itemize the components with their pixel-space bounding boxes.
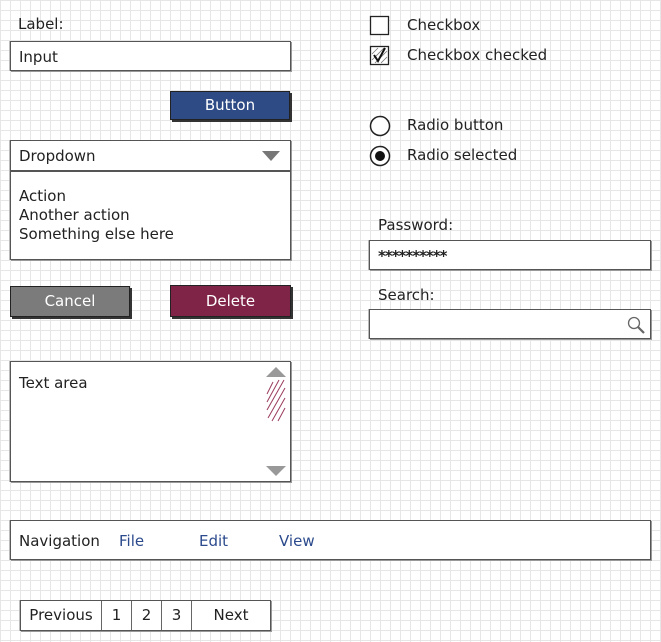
- dropdown-option[interactable]: Action: [19, 189, 66, 204]
- pagination-previous[interactable]: Previous: [21, 601, 101, 630]
- checkbox-checked[interactable]: [369, 45, 391, 67]
- text-input[interactable]: Input: [10, 41, 291, 71]
- checkbox-checked-label: Checkbox checked: [407, 46, 548, 64]
- delete-button-label: Delete: [205, 291, 256, 310]
- pagination-next-label: Next: [213, 606, 249, 624]
- pagination-page-label: 2: [141, 606, 152, 624]
- pagination: Previous 1 2 3 Next: [20, 600, 271, 631]
- search-icon[interactable]: [626, 315, 646, 335]
- dropdown-option[interactable]: Something else here: [19, 227, 174, 242]
- search-label: Search:: [378, 286, 435, 304]
- pagination-page-label: 3: [171, 606, 182, 624]
- dropdown-select[interactable]: Dropdown: [10, 140, 291, 171]
- search-input[interactable]: [369, 309, 651, 339]
- input-label: Label:: [18, 15, 64, 33]
- text-input-value: Input: [19, 48, 58, 66]
- password-value: **********: [378, 247, 447, 265]
- pagination-page[interactable]: 3: [161, 601, 191, 630]
- scroll-thumb: [266, 379, 286, 422]
- navigation-title: Navigation: [19, 532, 100, 550]
- navigation-bar: Navigation File Edit View: [10, 520, 651, 560]
- pagination-page[interactable]: 1: [101, 601, 131, 630]
- radio-button-label: Radio button: [407, 116, 504, 134]
- pagination-page-label: 1: [111, 606, 122, 624]
- radio-selected-label: Radio selected: [407, 146, 518, 164]
- pagination-previous-label: Previous: [29, 606, 93, 624]
- scroll-up-arrow-icon: [266, 367, 286, 377]
- text-area-value: Text area: [19, 374, 88, 392]
- password-label: Password:: [378, 216, 454, 234]
- cancel-button-label: Cancel: [44, 292, 96, 310]
- dropdown-option[interactable]: Another action: [19, 208, 130, 223]
- checkbox[interactable]: [369, 15, 391, 37]
- pagination-next[interactable]: Next: [191, 601, 270, 630]
- primary-button[interactable]: Button: [170, 91, 290, 120]
- primary-button-label: Button: [204, 96, 256, 114]
- pagination-page[interactable]: 2: [131, 601, 161, 630]
- password-field[interactable]: **********: [369, 240, 651, 270]
- radio-selected[interactable]: [368, 144, 392, 168]
- nav-item-view[interactable]: View: [279, 534, 315, 549]
- scrollbar[interactable]: [264, 366, 288, 478]
- nav-item-file[interactable]: File: [119, 534, 144, 549]
- dropdown-menu: Action Another action Something else her…: [10, 171, 291, 260]
- checkbox-label: Checkbox: [407, 16, 481, 34]
- nav-item-edit[interactable]: Edit: [199, 534, 228, 549]
- delete-button[interactable]: Delete: [170, 285, 291, 317]
- radio-button[interactable]: [368, 114, 392, 138]
- dropdown-arrow-icon: [262, 151, 280, 161]
- text-area[interactable]: Text area: [10, 361, 291, 482]
- dropdown-value: Dropdown: [19, 147, 96, 165]
- cancel-button[interactable]: Cancel: [10, 286, 130, 317]
- scroll-down-arrow-icon: [266, 466, 286, 476]
